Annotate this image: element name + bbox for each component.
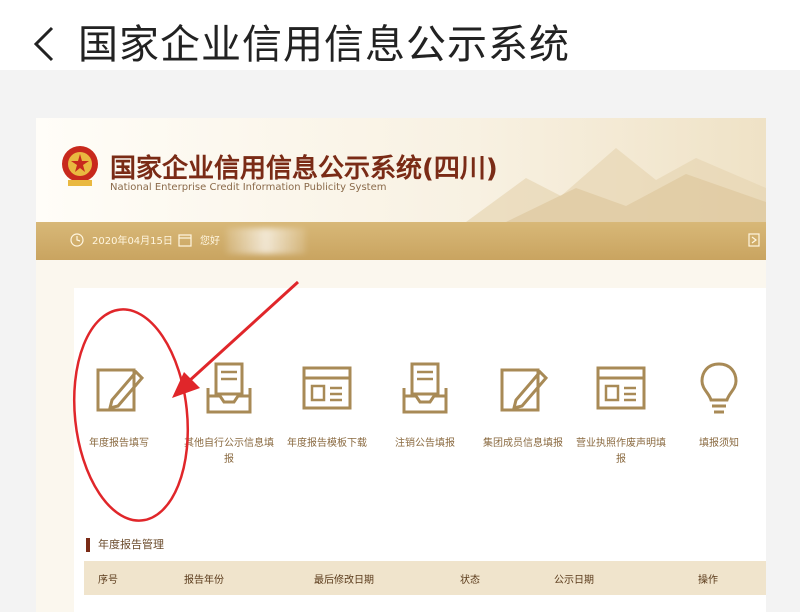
- mountain-decoration-icon: [466, 148, 766, 222]
- template-window-icon: [302, 366, 352, 410]
- column-header: 状态: [460, 575, 480, 586]
- column-header: 序号: [98, 575, 118, 586]
- tile-annual-report-fill[interactable]: 年度报告填写: [74, 358, 164, 452]
- column-header: 公示日期: [554, 575, 594, 586]
- column-header: 最后修改日期: [314, 575, 374, 586]
- tile-template-download[interactable]: 年度报告模板下载: [282, 358, 372, 452]
- tile-label: 集团成员信息填报: [483, 438, 563, 449]
- column-header: 操作: [698, 575, 718, 586]
- tile-label: 年度报告填写: [89, 438, 149, 449]
- toolbar-date: 2020年04月15日: [92, 236, 173, 247]
- calendar-icon: [178, 234, 192, 247]
- site-subtitle: National Enterprise Credit Information P…: [110, 182, 387, 193]
- app-title: 国家企业信用信息公示系统: [78, 22, 570, 68]
- website-screenshot: 国家企业信用信息公示系统(四川) National Enterprise Cre…: [36, 118, 766, 612]
- exit-icon[interactable]: [748, 233, 760, 247]
- tile-label: 注销公告填报: [395, 438, 455, 449]
- section-title: 年度报告管理: [86, 538, 164, 552]
- tile-license-void[interactable]: 营业执照作废声明填报: [576, 358, 666, 468]
- toolbar-greeting: 您好: [200, 236, 220, 247]
- site-header: 国家企业信用信息公示系统(四川) National Enterprise Cre…: [36, 118, 766, 222]
- document-tray-icon: [402, 362, 448, 414]
- tile-group-member[interactable]: 集团成员信息填报: [478, 358, 568, 452]
- column-header: 报告年份: [184, 575, 224, 586]
- lightbulb-icon: [700, 362, 738, 414]
- back-arrow-icon[interactable]: [22, 22, 66, 66]
- tile-label: 填报须知: [699, 438, 739, 449]
- edit-form-icon: [500, 368, 549, 412]
- site-title: 国家企业信用信息公示系统(四川): [110, 154, 498, 184]
- tile-label: 其他自行公示信息填报: [184, 438, 274, 465]
- content-panel: 年度报告填写 其他自行公示信息填报 年度报告模板下载 注销公告填报 集团成员信息…: [74, 288, 766, 612]
- table-header: 序号 报告年份 最后修改日期 状态 公示日期 操作: [84, 561, 766, 595]
- blurred-username: [226, 228, 306, 254]
- clock-icon: [70, 233, 84, 247]
- edit-form-icon: [96, 368, 145, 412]
- site-toolbar: 2020年04月15日 您好: [36, 222, 766, 260]
- tile-label: 年度报告模板下载: [287, 438, 367, 449]
- template-window-icon: [596, 366, 646, 410]
- tile-cancellation-notice[interactable]: 注销公告填报: [380, 358, 470, 452]
- document-tray-icon: [206, 362, 252, 414]
- tile-filing-notice[interactable]: 填报须知: [674, 358, 764, 452]
- national-emblem-icon: [62, 146, 98, 186]
- tile-label: 营业执照作废声明填报: [576, 438, 666, 465]
- tile-other-publicity[interactable]: 其他自行公示信息填报: [184, 358, 274, 468]
